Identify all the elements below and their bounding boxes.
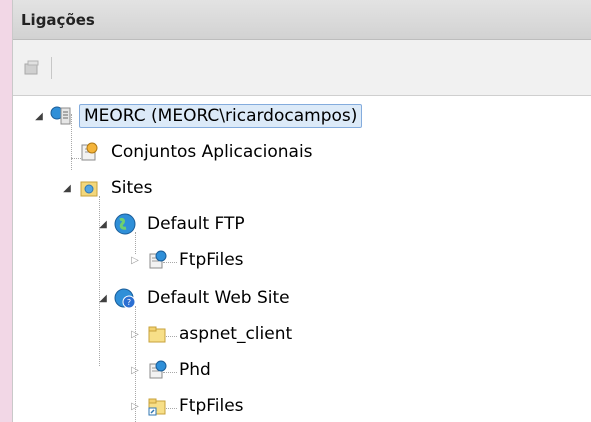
tree-node-ftpfiles-web[interactable]: ▷ FtpFiles [129,391,248,421]
tree-node-label: Phd [179,360,211,380]
tree-node-server[interactable]: ◢ MEORC (MEORC\ricardocampos) [33,101,363,131]
app-pool-icon [77,140,101,164]
tree-node-phd[interactable]: ▷ Phd [129,355,215,385]
globe-icon [113,212,137,236]
toolbar-separator [51,56,52,79]
tree-node-ftpfiles[interactable]: ▷ FtpFiles [129,245,248,275]
expand-arrow-icon[interactable]: ▷ [129,364,141,376]
tree-node-web-site[interactable]: ◢ ? Default Web Site [97,283,294,313]
virtual-dir-icon [145,248,169,272]
connections-tree: ◢ MEORC (MEORC\ricardocampos) Conjuntos … [13,96,591,422]
tree-node-label: FtpFiles [179,250,244,270]
tree-node-label: Sites [111,178,153,198]
folder-shortcut-icon [145,394,169,418]
tree-node-label: MEORC (MEORC\ricardocampos) [79,104,363,128]
tree-node-sites[interactable]: ◢ Sites [61,173,157,203]
collapse-arrow-icon[interactable]: ◢ [97,292,109,304]
tree-node-ftp-site[interactable]: ◢ Default FTP [97,209,249,239]
connect-icon[interactable] [21,57,43,79]
collapse-arrow-icon[interactable]: ◢ [33,110,45,122]
collapse-arrow-icon[interactable]: ◢ [97,218,109,230]
tree-node-app-pools[interactable]: Conjuntos Aplicacionais [61,137,317,167]
folder-icon [145,322,169,346]
expand-arrow-icon[interactable]: ▷ [129,400,141,412]
expand-arrow-icon[interactable]: ▷ [129,328,141,340]
server-icon [49,104,73,128]
connections-panel: Ligações ◢ MEORC (MEORC\ricardocampos) C… [12,0,591,422]
app-icon [145,358,169,382]
tree-node-aspnet-client[interactable]: ▷ aspnet_client [129,319,296,349]
sites-folder-icon [77,176,101,200]
svg-text:?: ? [127,298,131,307]
tree-node-label: Default Web Site [147,288,290,308]
tree-node-label: Conjuntos Aplicacionais [111,142,313,162]
tree-node-label: FtpFiles [179,396,244,416]
panel-title: Ligações [13,0,591,40]
toolbar [13,40,591,96]
collapse-arrow-icon[interactable]: ◢ [61,182,73,194]
tree-node-label: Default FTP [147,214,245,234]
tree-node-label: aspnet_client [179,324,293,344]
globe-question-icon: ? [113,286,137,310]
expand-arrow-icon[interactable]: ▷ [129,254,141,266]
